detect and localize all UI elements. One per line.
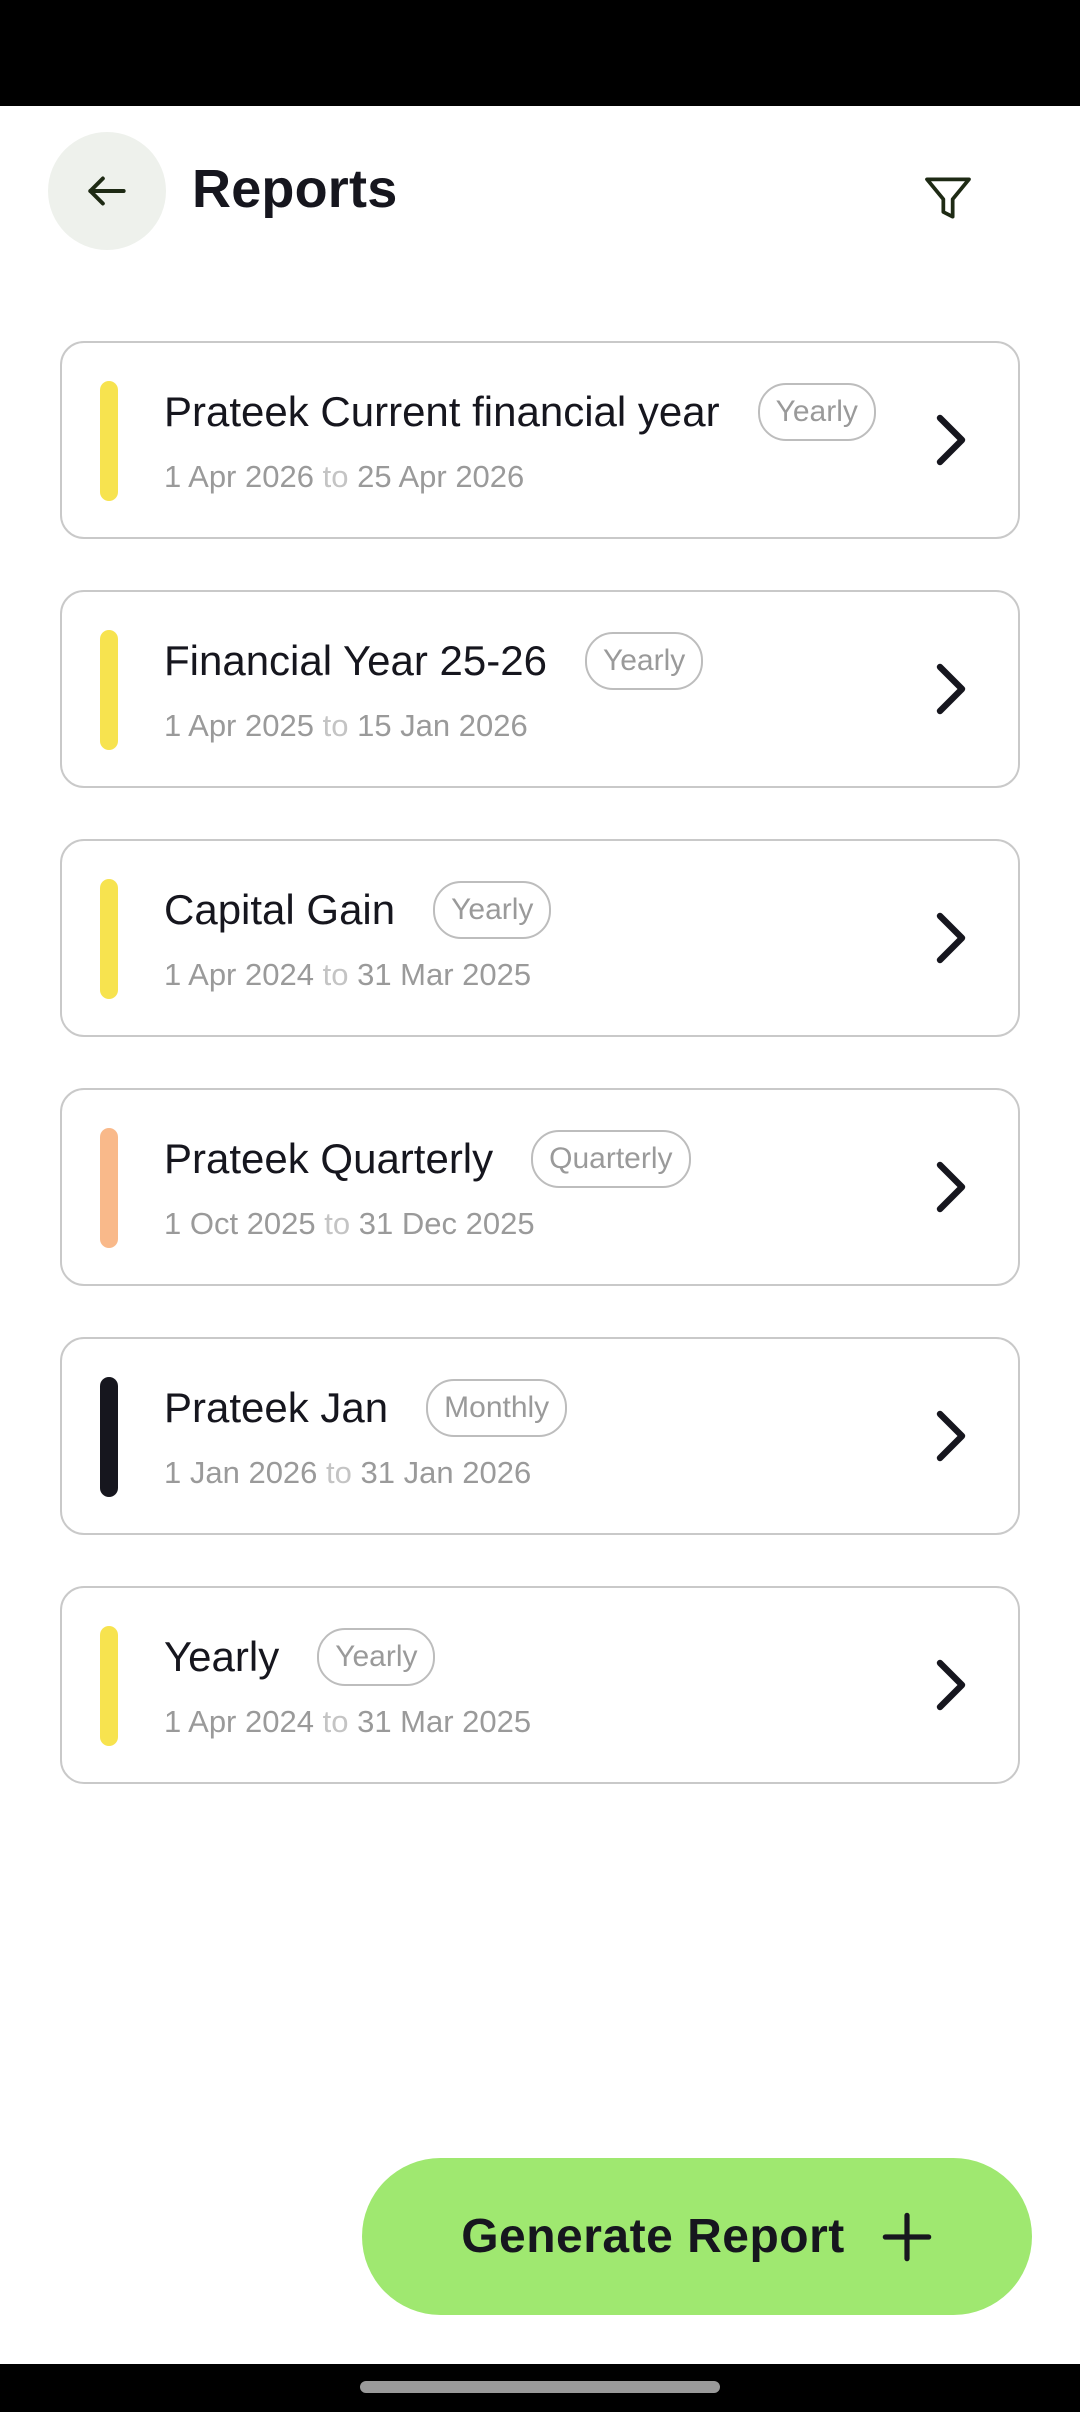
report-card[interactable]: Financial Year 25-26 Yearly 1 Apr 2025 t… <box>60 590 1020 788</box>
chevron-right-icon <box>936 663 966 715</box>
app-header: Reports <box>0 106 1080 276</box>
arrow-left-icon <box>88 176 126 206</box>
report-name: Yearly <box>164 1633 280 1680</box>
report-color-indicator <box>100 381 118 501</box>
report-title-row: Prateek Jan Monthly <box>164 1379 568 1437</box>
date-from: 1 Oct 2025 <box>164 1206 316 1241</box>
date-from: 1 Apr 2025 <box>164 708 314 743</box>
report-color-indicator <box>100 1128 118 1248</box>
report-card[interactable]: Prateek Jan Monthly 1 Jan 2026 to 31 Jan… <box>60 1337 1020 1535</box>
date-range: 1 Apr 2024 to 31 Mar 2025 <box>164 1704 531 1740</box>
period-badge: Monthly <box>426 1379 568 1437</box>
period-badge: Yearly <box>584 632 704 690</box>
date-to: 31 Jan 2026 <box>360 1455 532 1490</box>
date-range: 1 Oct 2025 to 31 Dec 2025 <box>164 1206 535 1242</box>
report-card[interactable]: Capital Gain Yearly 1 Apr 2024 to 31 Mar… <box>60 839 1020 1037</box>
chevron-right-icon <box>936 912 966 964</box>
date-range: 1 Apr 2025 to 15 Jan 2026 <box>164 708 528 744</box>
date-separator: to <box>322 1704 349 1739</box>
period-badge: Yearly <box>317 1628 436 1686</box>
report-name: Prateek Current financial year <box>164 388 720 435</box>
system-navigation-bar <box>0 2364 1080 2412</box>
chevron-right-icon <box>936 414 966 466</box>
date-separator: to <box>324 1206 351 1241</box>
date-from: 1 Apr 2024 <box>164 957 314 992</box>
filter-icon <box>925 177 971 219</box>
date-to: 31 Dec 2025 <box>358 1206 535 1241</box>
filter-button[interactable] <box>900 158 996 238</box>
period-badge: Quarterly <box>531 1130 691 1188</box>
back-button[interactable] <box>48 132 166 250</box>
date-separator: to <box>326 1455 352 1490</box>
report-title-row: Yearly Yearly <box>164 1628 436 1686</box>
report-name: Capital Gain <box>164 886 396 933</box>
report-title-row: Capital Gain Yearly <box>164 881 552 939</box>
report-color-indicator <box>100 630 118 750</box>
period-badge: Yearly <box>433 881 552 939</box>
chevron-right-icon <box>936 1659 966 1711</box>
report-title-row: Financial Year 25-26 Yearly <box>164 632 704 690</box>
date-from: 1 Apr 2024 <box>164 1704 314 1739</box>
report-name: Financial Year 25-26 <box>164 637 547 684</box>
generate-report-button[interactable]: Generate Report <box>362 2158 1032 2315</box>
date-range: 1 Apr 2026 to 25 Apr 2026 <box>164 459 524 495</box>
date-to: 15 Jan 2026 <box>357 708 528 743</box>
report-list: Prateek Current financial year Yearly 1 … <box>60 341 1020 1835</box>
report-card[interactable]: Prateek Current financial year Yearly 1 … <box>60 341 1020 539</box>
date-to: 31 Mar 2025 <box>357 957 532 992</box>
date-from: 1 Jan 2026 <box>164 1455 318 1490</box>
report-color-indicator <box>100 1626 118 1746</box>
report-name: Prateek Jan <box>164 1384 389 1431</box>
date-to: 31 Mar 2025 <box>357 1704 532 1739</box>
report-title-row: Prateek Current financial year Yearly <box>164 383 876 441</box>
chevron-right-icon <box>936 1161 966 1213</box>
plus-icon <box>882 2212 932 2261</box>
date-to: 25 Apr 2026 <box>357 459 525 494</box>
report-card[interactable]: Prateek Quarterly Quarterly 1 Oct 2025 t… <box>60 1088 1020 1286</box>
date-separator: to <box>322 708 349 743</box>
report-name: Prateek Quarterly <box>164 1135 494 1182</box>
report-color-indicator <box>100 1377 118 1497</box>
date-separator: to <box>322 459 349 494</box>
report-color-indicator <box>100 879 118 999</box>
date-separator: to <box>322 957 349 992</box>
status-bar <box>0 0 1080 106</box>
report-title-row: Prateek Quarterly Quarterly <box>164 1130 691 1188</box>
home-indicator[interactable] <box>360 2381 720 2393</box>
date-range: 1 Jan 2026 to 31 Jan 2026 <box>164 1455 531 1491</box>
page-title: Reports <box>192 159 398 219</box>
generate-report-label: Generate Report <box>461 2210 845 2263</box>
report-card[interactable]: Yearly Yearly 1 Apr 2024 to 31 Mar 2025 <box>60 1586 1020 1784</box>
date-from: 1 Apr 2026 <box>164 459 314 494</box>
chevron-right-icon <box>936 1410 966 1462</box>
date-range: 1 Apr 2024 to 31 Mar 2025 <box>164 957 531 993</box>
period-badge: Yearly <box>757 383 876 441</box>
